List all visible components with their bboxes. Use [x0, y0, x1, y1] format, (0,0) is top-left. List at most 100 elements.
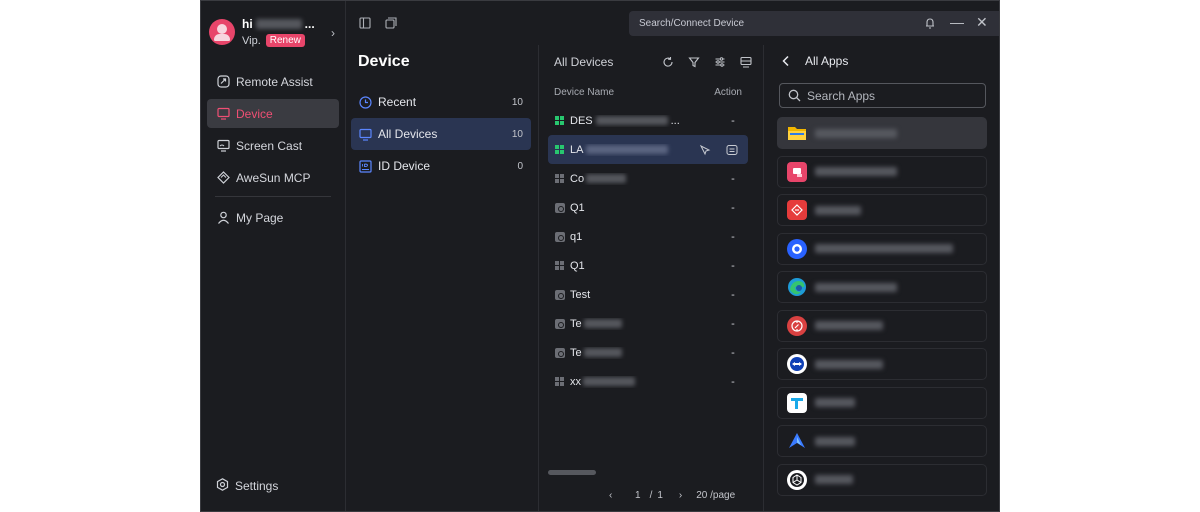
device-name: Te	[570, 346, 582, 359]
table-row[interactable]: Test -	[548, 280, 748, 309]
redacted-app-name	[815, 359, 883, 369]
device-name: Q1	[570, 259, 585, 272]
action-cell: -	[731, 230, 735, 243]
minimize-button[interactable]: —	[950, 14, 964, 30]
monitor-icon	[358, 127, 372, 141]
prev-page-button[interactable]: ‹	[609, 490, 623, 501]
windows-icon	[555, 260, 565, 271]
sidebar-item-device[interactable]: Device	[207, 99, 339, 128]
table-row[interactable]: Te -	[548, 309, 748, 338]
sidebar-item-my-page[interactable]: My Page	[207, 203, 339, 232]
action-cell: -	[731, 259, 735, 272]
app-item[interactable]	[777, 386, 987, 419]
remote-assist-icon	[216, 75, 230, 89]
apps-panel: All Apps Search Apps	[764, 45, 999, 511]
windows-icon	[555, 376, 565, 387]
table-row[interactable]: xx -	[548, 367, 748, 396]
sidebar-item-label: My Page	[236, 210, 284, 225]
sidebar-item-label: Screen Cast	[236, 138, 303, 153]
redacted-device-name	[595, 116, 668, 125]
page-size-select[interactable]: 20 /page	[696, 490, 735, 501]
action-cell: -	[731, 375, 735, 388]
close-button[interactable]: ✕	[976, 14, 988, 31]
settings-button[interactable]: Settings	[216, 478, 278, 494]
app-item[interactable]	[777, 271, 987, 303]
device-table: DES ... - LA Co - Q1 - q1 - Q1 - Test - …	[548, 106, 748, 396]
table-row[interactable]: LA	[548, 135, 748, 164]
divider	[215, 196, 331, 197]
windows-icon	[555, 115, 565, 126]
profile-card[interactable]: hi ... Vip. Renew ›	[209, 15, 339, 49]
search-connect-input[interactable]: Search/Connect Device	[629, 11, 999, 36]
screen-cast-icon	[216, 139, 230, 153]
sidebar-item-awesun-mcp[interactable]: AweSun MCP	[207, 163, 339, 192]
device-icon	[555, 202, 565, 213]
device-category-panel: Device Recent 10 All Devices 10 ID Devic…	[346, 45, 539, 511]
file-transfer-icon[interactable]	[721, 144, 743, 156]
user-name-text: hi	[242, 17, 253, 31]
app-red-arrow-icon	[787, 200, 807, 220]
table-row[interactable]: Q1 -	[548, 193, 748, 222]
sidebar: hi ... Vip. Renew › Remote Assist Device…	[201, 1, 346, 511]
category-label: ID Device	[378, 159, 431, 173]
new-window-icon[interactable]	[385, 16, 399, 30]
app-blue-circle-icon	[787, 238, 807, 259]
view-toggle-icon[interactable]	[740, 56, 753, 69]
refresh-icon[interactable]	[662, 56, 675, 69]
category-id-device[interactable]: ID Device 0	[351, 150, 531, 182]
redacted-app-name	[815, 282, 897, 292]
category-recent[interactable]: Recent 10	[351, 86, 531, 118]
action-cell: -	[731, 346, 735, 359]
category-count: 10	[511, 128, 523, 140]
device-name: xx	[570, 375, 581, 388]
sort-icon[interactable]	[714, 56, 727, 69]
table-row[interactable]: DES ... -	[548, 106, 748, 135]
device-list-panel: All Devices Device Name Action DES ... -	[539, 45, 764, 511]
app-search-input[interactable]: Search Apps	[779, 83, 986, 108]
teamviewer-icon	[787, 354, 807, 374]
device-icon	[555, 289, 565, 300]
search-icon	[788, 89, 801, 102]
app-item[interactable]	[777, 425, 987, 457]
device-name: Te	[570, 317, 582, 330]
column-device-name: Device Name	[554, 87, 615, 98]
sidebar-nav: Remote Assist Device Screen Cast AweSun …	[207, 67, 339, 235]
app-list	[777, 117, 987, 502]
toggle-sidebar-icon[interactable]	[359, 16, 373, 30]
chevron-right-icon[interactable]: ›	[331, 26, 335, 40]
remote-control-icon[interactable]	[695, 144, 715, 156]
apps-title: All Apps	[805, 54, 849, 68]
table-row[interactable]: Te -	[548, 338, 748, 367]
bell-icon[interactable]	[924, 16, 938, 30]
app-item[interactable]	[777, 155, 987, 188]
clock-icon	[358, 95, 372, 109]
app-item[interactable]	[777, 348, 987, 380]
redacted-app-name	[815, 128, 897, 138]
filter-icon[interactable]	[688, 56, 701, 69]
app-item[interactable]	[777, 117, 987, 149]
avatar[interactable]	[209, 19, 235, 45]
folder-icon	[787, 123, 807, 143]
app-item[interactable]	[777, 463, 987, 496]
sidebar-item-screen-cast[interactable]: Screen Cast	[207, 131, 339, 160]
category-all-devices[interactable]: All Devices 10	[351, 118, 531, 150]
renew-button[interactable]: Renew	[265, 34, 305, 47]
horizontal-scrollbar[interactable]	[548, 470, 596, 475]
table-row[interactable]: Co -	[548, 164, 748, 193]
app-item[interactable]	[777, 194, 987, 226]
app-item[interactable]	[777, 232, 987, 265]
table-row[interactable]: Q1 -	[548, 251, 748, 280]
app-item[interactable]	[777, 309, 987, 342]
back-arrow-icon[interactable]	[781, 55, 791, 67]
action-cell: -	[731, 172, 735, 185]
device-name-ellipsis: ...	[670, 114, 680, 127]
category-count: 0	[517, 160, 523, 172]
table-row[interactable]: q1 -	[548, 222, 748, 251]
redacted-app-name	[815, 398, 855, 407]
redacted-app-name	[815, 205, 861, 215]
settings-label: Settings	[235, 479, 279, 493]
next-page-button[interactable]: ›	[679, 490, 682, 501]
windows-icon	[555, 173, 565, 184]
sidebar-item-remote-assist[interactable]: Remote Assist	[207, 67, 339, 96]
app-red-compass-icon	[787, 315, 807, 336]
